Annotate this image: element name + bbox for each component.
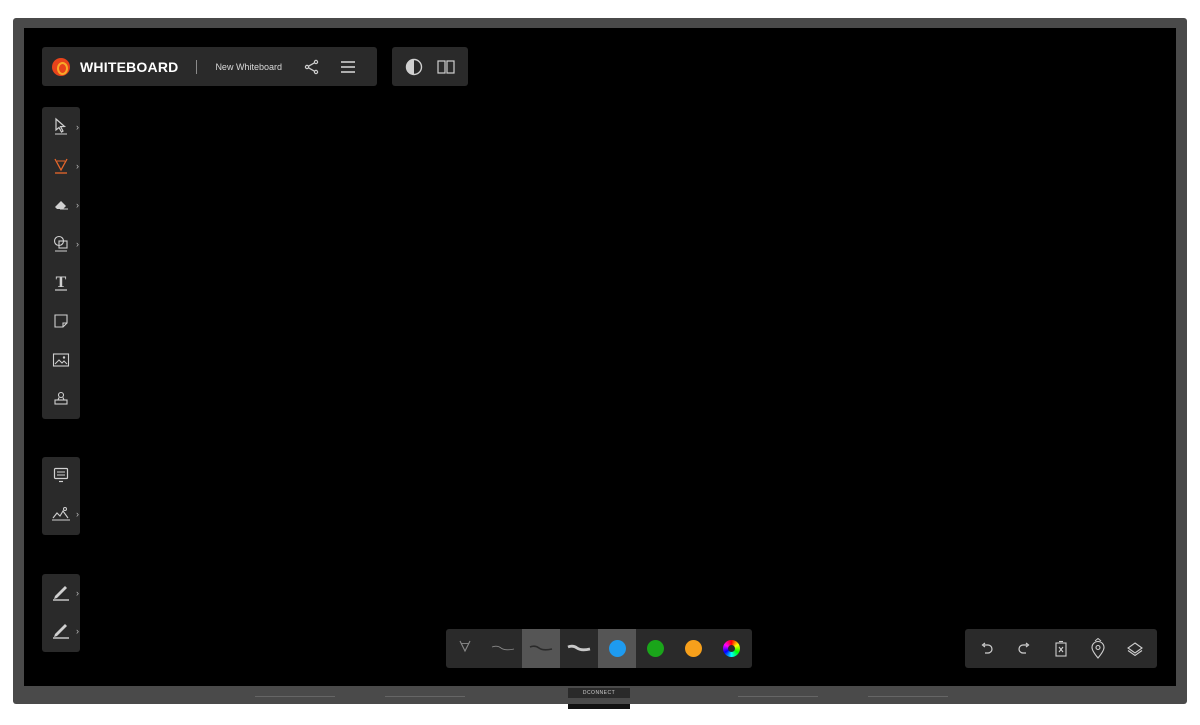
present-tool[interactable]	[42, 458, 80, 496]
chevron-right-icon[interactable]: ›	[76, 509, 79, 519]
chevron-right-icon[interactable]: ›	[76, 161, 79, 171]
display-stand	[568, 704, 630, 709]
contrast-icon[interactable]	[400, 53, 428, 81]
image-tool[interactable]	[42, 343, 80, 381]
logo-icon	[52, 57, 70, 76]
monitor-icon	[52, 466, 70, 489]
view-controls	[392, 47, 468, 86]
color-swatch	[684, 640, 702, 657]
background-icon	[51, 505, 71, 526]
undo-icon[interactable]	[972, 634, 1002, 664]
bezel-marking	[255, 696, 335, 697]
layers-icon[interactable]	[1120, 634, 1150, 664]
pen-icon	[52, 156, 70, 179]
share-icon[interactable]	[298, 53, 326, 81]
note-icon	[53, 313, 69, 334]
color-picker[interactable]	[712, 629, 750, 668]
chevron-right-icon[interactable]: ›	[76, 122, 79, 132]
sticky-note-tool[interactable]	[42, 304, 80, 342]
pen-palette	[446, 629, 752, 668]
pen-a-tool[interactable]: ›	[42, 575, 80, 613]
stroke-thick[interactable]	[560, 629, 598, 668]
header-divider	[196, 59, 198, 74]
stroke-thin-icon	[491, 640, 515, 658]
shapes-tool[interactable]: ›	[42, 226, 80, 264]
pen-outline-icon	[457, 638, 473, 659]
bezel-marking	[385, 696, 465, 697]
color-green[interactable]	[636, 629, 674, 668]
text-tool[interactable]: T	[42, 265, 80, 303]
board-name[interactable]: New Whiteboard	[215, 62, 282, 72]
eraser-icon	[52, 195, 70, 218]
pen-a-icon	[51, 583, 71, 606]
image-icon	[52, 352, 70, 373]
left-toolbar-pens: › ›	[42, 574, 80, 652]
header-bar: WHITEBOARD New Whiteboard	[42, 47, 377, 86]
stroke-thick-icon	[567, 640, 591, 658]
chevron-right-icon[interactable]: ›	[76, 239, 79, 249]
brand-plate: DCONNECT	[568, 688, 630, 698]
location-icon[interactable]	[1083, 634, 1113, 664]
color-swatch	[646, 640, 664, 657]
shapes-icon	[52, 234, 70, 257]
stamp-tool[interactable]	[42, 382, 80, 420]
clear-icon[interactable]	[1046, 634, 1076, 664]
action-bar	[965, 629, 1157, 668]
redo-icon[interactable]	[1009, 634, 1039, 664]
cursor-icon	[52, 117, 70, 140]
chevron-right-icon[interactable]: ›	[76, 200, 79, 210]
stroke-medium[interactable]	[522, 629, 560, 668]
color-orange[interactable]	[674, 629, 712, 668]
pen-tool[interactable]: ›	[42, 148, 80, 186]
bezel-marking	[868, 696, 948, 697]
bezel-marking	[738, 696, 818, 697]
pen-type-button[interactable]	[446, 629, 484, 668]
background-tool[interactable]: ›	[42, 496, 80, 534]
left-toolbar: › › › › T	[42, 107, 80, 419]
brand-label: DCONNECT	[582, 690, 616, 696]
left-toolbar-secondary: ›	[42, 457, 80, 535]
color-blue[interactable]	[598, 629, 636, 668]
select-tool[interactable]: ›	[42, 109, 80, 147]
text-icon: T	[52, 273, 70, 296]
stroke-thin[interactable]	[484, 629, 522, 668]
chevron-right-icon[interactable]: ›	[76, 588, 79, 598]
chevron-right-icon[interactable]: ›	[76, 626, 79, 636]
color-wheel-icon	[722, 640, 740, 657]
pen-b-icon	[51, 621, 71, 644]
whiteboard-canvas[interactable]	[24, 28, 1176, 686]
svg-text:T: T	[56, 274, 67, 291]
stamp-icon	[52, 390, 70, 413]
color-swatch	[608, 640, 626, 657]
split-view-icon[interactable]	[432, 53, 460, 81]
stroke-medium-icon	[529, 640, 553, 658]
eraser-tool[interactable]: ›	[42, 187, 80, 225]
app-title: WHITEBOARD	[80, 58, 179, 75]
pen-b-tool[interactable]: ›	[42, 613, 80, 651]
menu-icon[interactable]	[334, 53, 362, 81]
